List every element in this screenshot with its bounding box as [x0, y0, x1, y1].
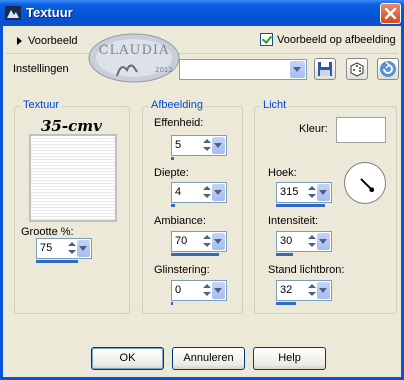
- chevron-down-icon[interactable]: [212, 233, 225, 250]
- settings-label: Instellingen: [13, 63, 69, 75]
- preview-toggle[interactable]: Voorbeeld: [17, 35, 78, 47]
- angle-label: Hoek:: [268, 167, 297, 179]
- close-icon: [384, 7, 397, 20]
- svg-text:2012: 2012: [155, 66, 173, 74]
- smoothness-slider[interactable]: [171, 157, 174, 160]
- ok-button[interactable]: OK: [91, 347, 164, 370]
- divider: [6, 53, 398, 54]
- chevron-down-icon[interactable]: [212, 137, 225, 154]
- elevation-slider[interactable]: [276, 302, 296, 305]
- size-spinner[interactable]: 75: [36, 238, 92, 259]
- elevation-value: 32: [280, 284, 293, 296]
- angle-spinner[interactable]: 315: [276, 182, 332, 203]
- angle-value: 315: [280, 186, 299, 198]
- shine-value: 0: [175, 284, 182, 296]
- chevron-down-icon[interactable]: [317, 282, 330, 299]
- angle-dial[interactable]: [344, 162, 386, 204]
- chevron-down-icon[interactable]: [317, 184, 330, 201]
- size-value: 75: [40, 242, 53, 254]
- texture-name: 35-cmv: [41, 117, 102, 135]
- size-slider[interactable]: [36, 260, 78, 263]
- chevron-down-icon[interactable]: [212, 282, 225, 299]
- window-title: Textuur: [26, 5, 73, 20]
- intensity-spinner[interactable]: 30: [276, 231, 332, 252]
- save-icon: [318, 62, 332, 76]
- depth-slider[interactable]: [171, 204, 175, 207]
- shine-slider[interactable]: [171, 302, 173, 305]
- close-button[interactable]: [380, 3, 401, 24]
- color-label: Kleur:: [299, 123, 328, 135]
- light-group-title: Licht: [261, 99, 289, 111]
- ambience-spinner[interactable]: 70: [171, 231, 227, 252]
- texture-preview[interactable]: [29, 134, 117, 222]
- light-color-swatch[interactable]: [336, 117, 386, 143]
- help-button[interactable]: Help: [253, 347, 326, 370]
- chevron-down-icon[interactable]: [77, 240, 90, 257]
- randomize-dice-icon: [350, 62, 364, 77]
- cancel-button[interactable]: Annuleren: [172, 347, 245, 370]
- reset-icon: [380, 61, 396, 77]
- expand-arrow-icon: [17, 37, 22, 46]
- dial-knob: [369, 187, 375, 193]
- dialog-body: Voorbeeld Voorbeeld op afbeelding CLAUDI…: [0, 26, 404, 380]
- svg-text:CLAUDIA: CLAUDIA: [99, 43, 170, 58]
- preview-on-image-label: Voorbeeld op afbeelding: [277, 33, 396, 46]
- preview-label: Voorbeeld: [28, 35, 78, 47]
- randomize-button[interactable]: [346, 58, 368, 80]
- chevron-down-icon[interactable]: [212, 184, 225, 201]
- ambience-value: 70: [175, 235, 188, 247]
- depth-label: Diepte:: [154, 167, 189, 179]
- intensity-value: 30: [280, 235, 293, 247]
- image-group-title: Afbeelding: [149, 99, 205, 111]
- elevation-spinner[interactable]: 32: [276, 280, 332, 301]
- ambience-label: Ambiance:: [154, 215, 206, 227]
- smoothness-value: 5: [175, 139, 182, 151]
- shine-label: Glinstering:: [154, 264, 210, 276]
- save-settings-button[interactable]: [314, 58, 336, 80]
- preview-on-image-checkbox[interactable]: Voorbeeld op afbeelding: [260, 33, 396, 46]
- reset-button[interactable]: [377, 58, 399, 80]
- depth-spinner[interactable]: 4: [171, 182, 227, 203]
- chevron-down-icon[interactable]: [290, 61, 305, 78]
- intensity-slider[interactable]: [276, 253, 293, 256]
- app-icon: [5, 6, 21, 20]
- smoothness-spinner[interactable]: 5: [171, 135, 227, 156]
- shine-spinner[interactable]: 0: [171, 280, 227, 301]
- checkbox-check-icon: [260, 33, 273, 46]
- title-bar: Textuur: [0, 0, 404, 26]
- settings-select[interactable]: [179, 59, 307, 80]
- size-label: Grootte %:: [21, 226, 74, 238]
- smoothness-label: Effenheid:: [154, 117, 204, 129]
- depth-value: 4: [175, 186, 182, 198]
- angle-slider[interactable]: [276, 204, 325, 207]
- claudia-logo: CLAUDIA 2012: [88, 33, 180, 83]
- texture-group-title: Textuur: [21, 99, 62, 111]
- elevation-label: Stand lichtbron:: [268, 264, 345, 276]
- ambience-slider[interactable]: [171, 253, 219, 256]
- chevron-down-icon[interactable]: [317, 233, 330, 250]
- intensity-label: Intensiteit:: [268, 215, 319, 227]
